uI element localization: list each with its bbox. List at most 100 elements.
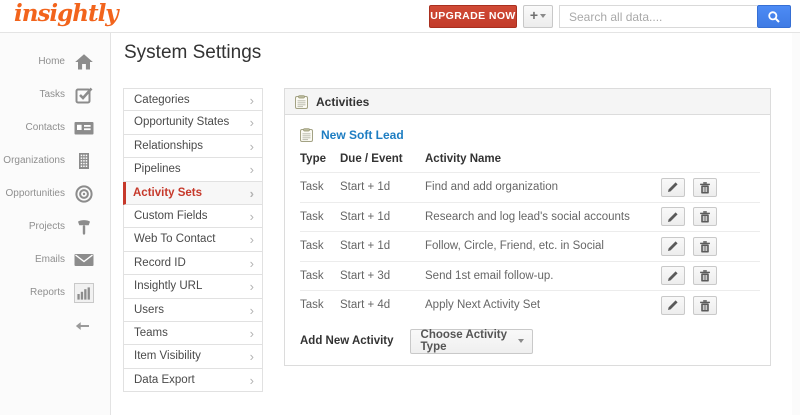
- cell-type: Task: [300, 270, 340, 282]
- table-row: Task Start + 3d Send 1st email follow-up…: [300, 261, 760, 291]
- chevron-right-icon: ›: [250, 345, 254, 368]
- menu-item-insightly-url[interactable]: Insightly URL ›: [123, 275, 263, 298]
- pencil-icon: [667, 240, 679, 252]
- search-input[interactable]: [559, 5, 757, 28]
- menu-item-record-id[interactable]: Record ID ›: [123, 252, 263, 275]
- pencil-icon: [667, 211, 679, 223]
- delete-button[interactable]: [693, 296, 717, 315]
- edit-button[interactable]: [661, 237, 685, 256]
- sidebar-label: Contacts: [26, 122, 65, 133]
- page-title: System Settings: [124, 42, 261, 64]
- menu-item-label: Users: [134, 304, 164, 316]
- left-arrow-icon: [74, 319, 90, 333]
- cell-due: Start + 1d: [340, 240, 425, 252]
- chevron-right-icon: ›: [250, 135, 254, 158]
- organizations-icon: [74, 151, 94, 171]
- table-row: Task Start + 4d Apply Next Activity Set: [300, 290, 760, 320]
- sidebar-item-projects[interactable]: Projects: [0, 210, 110, 243]
- main-content: System Settings Categories › Opportunity…: [110, 33, 792, 415]
- collapse-sidebar-button[interactable]: [0, 309, 110, 342]
- delete-button[interactable]: [693, 237, 717, 256]
- cell-due: Start + 1d: [340, 211, 425, 223]
- cell-type: Task: [300, 211, 340, 223]
- col-activity-name: Activity Name: [425, 153, 770, 165]
- activities-panel-header: Activities: [285, 89, 770, 115]
- trash-icon: [699, 181, 711, 194]
- row-actions: [655, 266, 760, 285]
- menu-item-label: Pipelines: [134, 163, 181, 175]
- chevron-right-icon: ›: [250, 111, 254, 134]
- row-actions: [655, 178, 760, 197]
- sidebar-item-home[interactable]: Home: [0, 45, 110, 78]
- chevron-right-icon: ›: [250, 89, 254, 112]
- delete-button[interactable]: [693, 207, 717, 226]
- menu-item-label: Categories: [134, 94, 190, 106]
- sidebar-label: Tasks: [39, 89, 65, 100]
- activity-set-link[interactable]: New Soft Lead: [300, 128, 770, 142]
- menu-item-item-visibility[interactable]: Item Visibility ›: [123, 345, 263, 368]
- menu-item-web-to-contact[interactable]: Web To Contact ›: [123, 228, 263, 251]
- menu-item-users[interactable]: Users ›: [123, 299, 263, 322]
- chevron-right-icon: ›: [250, 322, 254, 345]
- col-type: Type: [300, 153, 340, 165]
- upgrade-now-button[interactable]: UPGRADE NOW: [429, 5, 517, 28]
- search-icon: [767, 10, 781, 24]
- sidebar-label: Reports: [30, 287, 65, 298]
- reports-icon: [74, 283, 94, 303]
- sidebar-item-tasks[interactable]: Tasks: [0, 78, 110, 111]
- menu-item-pipelines[interactable]: Pipelines ›: [123, 158, 263, 181]
- table-row: Task Start + 1d Follow, Circle, Friend, …: [300, 231, 760, 261]
- chevron-right-icon: ›: [250, 275, 254, 298]
- menu-item-activity-sets[interactable]: Activity Sets ›: [123, 182, 263, 205]
- cell-due: Start + 3d: [340, 270, 425, 282]
- add-new-activity-row: Add New Activity Choose Activity Type: [300, 329, 770, 354]
- home-icon: [74, 52, 94, 72]
- menu-item-relationships[interactable]: Relationships ›: [123, 135, 263, 158]
- menu-item-label: Teams: [134, 327, 168, 339]
- choose-activity-type-dropdown[interactable]: Choose Activity Type: [410, 329, 533, 354]
- add-new-activity-label: Add New Activity: [300, 335, 394, 347]
- sidebar-item-organizations[interactable]: Organizations: [0, 144, 110, 177]
- trash-icon: [699, 299, 711, 312]
- menu-item-opportunity-states[interactable]: Opportunity States ›: [123, 111, 263, 134]
- edit-button[interactable]: [661, 296, 685, 315]
- edit-button[interactable]: [661, 266, 685, 285]
- menu-item-data-export[interactable]: Data Export ›: [123, 369, 263, 392]
- menu-item-label: Insightly URL: [134, 280, 202, 292]
- panel-title: Activities: [316, 95, 369, 109]
- cell-type: Task: [300, 240, 340, 252]
- table-row: Task Start + 1d Research and log lead's …: [300, 202, 760, 232]
- delete-button[interactable]: [693, 266, 717, 285]
- left-nav: Home Tasks Contacts Organizations: [0, 33, 110, 415]
- emails-icon: [74, 250, 94, 270]
- sidebar-item-opportunities[interactable]: Opportunities: [0, 177, 110, 210]
- caret-down-icon: [518, 339, 524, 343]
- row-actions: [655, 207, 760, 226]
- menu-item-label: Web To Contact: [134, 233, 215, 245]
- delete-button[interactable]: [693, 178, 717, 197]
- sidebar-label: Opportunities: [6, 188, 65, 199]
- sidebar-item-contacts[interactable]: Contacts: [0, 111, 110, 144]
- chevron-right-icon: ›: [250, 228, 254, 251]
- sidebar-item-emails[interactable]: Emails: [0, 243, 110, 276]
- pencil-icon: [667, 181, 679, 193]
- table-row: Task Start + 1d Find and add organizatio…: [300, 172, 760, 202]
- tasks-icon: [74, 85, 94, 105]
- pencil-icon: [667, 270, 679, 282]
- sidebar-item-reports[interactable]: Reports: [0, 276, 110, 309]
- menu-item-teams[interactable]: Teams ›: [123, 322, 263, 345]
- edit-button[interactable]: [661, 207, 685, 226]
- sidebar-label: Organizations: [3, 155, 65, 166]
- chevron-right-icon: ›: [250, 299, 254, 322]
- menu-item-label: Relationships: [134, 140, 203, 152]
- quick-add-button[interactable]: +: [523, 5, 553, 28]
- sidebar-label: Home: [38, 56, 65, 67]
- pencil-icon: [667, 299, 679, 311]
- menu-item-label: Custom Fields: [134, 210, 208, 222]
- edit-button[interactable]: [661, 178, 685, 197]
- search-button[interactable]: [757, 5, 791, 28]
- menu-item-custom-fields[interactable]: Custom Fields ›: [123, 205, 263, 228]
- menu-item-categories[interactable]: Categories ›: [123, 88, 263, 111]
- activities-panel: Activities New Soft Lead Type Due / Even…: [284, 88, 771, 366]
- contacts-icon: [74, 118, 94, 138]
